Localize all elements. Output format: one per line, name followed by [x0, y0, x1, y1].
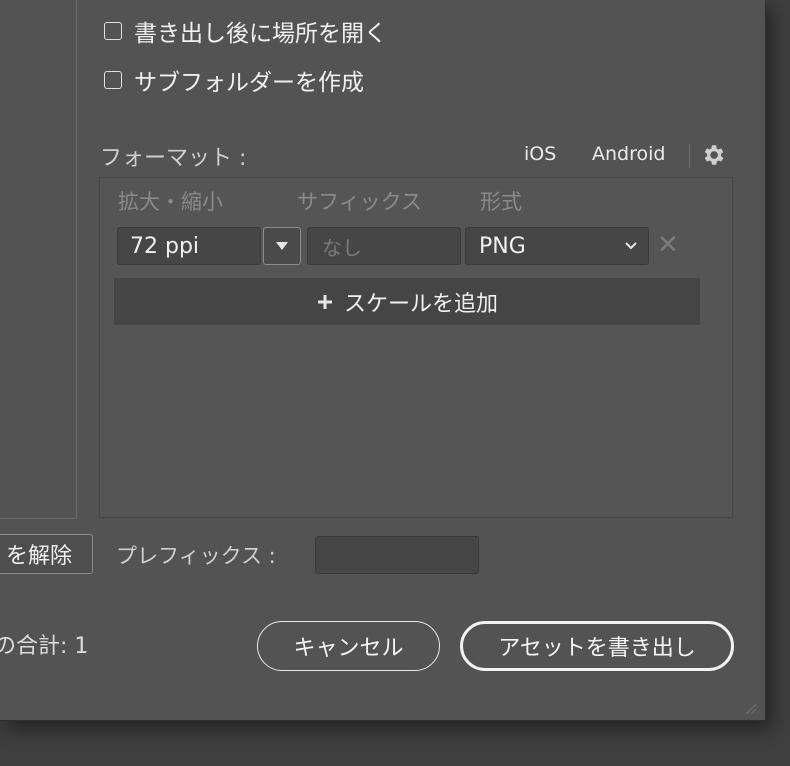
create-subfolders-checkbox[interactable]: [104, 71, 122, 89]
export-dialog: 書き出し後に場所を開く サブフォルダーを作成 フォーマット : iOS Andr…: [0, 0, 766, 721]
gear-icon[interactable]: [700, 142, 726, 168]
close-icon[interactable]: ✕: [657, 230, 679, 260]
asset-list-panel: [0, 0, 77, 519]
column-format: 形式: [480, 190, 522, 214]
cancel-button[interactable]: キャンセル: [257, 621, 440, 671]
prefix-input[interactable]: [315, 536, 479, 574]
scale-value: 72 ppi: [130, 233, 200, 259]
create-subfolders-option[interactable]: サブフォルダーを作成: [104, 63, 364, 97]
chevron-down-icon: [625, 242, 637, 250]
tab-ios[interactable]: iOS: [524, 143, 556, 165]
triangle-down-icon: [276, 242, 288, 250]
format-select[interactable]: PNG: [465, 227, 649, 265]
open-location-label: 書き出し後に場所を開く: [134, 21, 387, 47]
resize-grip-icon[interactable]: [740, 700, 758, 716]
unselect-label: を解除: [5, 544, 72, 569]
tab-android[interactable]: Android: [592, 143, 665, 165]
open-location-checkbox[interactable]: [104, 22, 122, 40]
create-subfolders-label: サブフォルダーを作成: [134, 70, 364, 96]
total-count: の合計: 1: [0, 634, 89, 659]
suffix-input[interactable]: なし: [307, 227, 461, 265]
add-scale-button[interactable]: スケールを追加: [114, 278, 700, 325]
plus-icon: [317, 294, 332, 309]
unselect-button[interactable]: を解除: [0, 534, 93, 574]
column-suffix: サフィックス: [297, 190, 422, 214]
format-value: PNG: [479, 233, 526, 259]
scale-dropdown-button[interactable]: [263, 227, 301, 265]
format-label: フォーマット :: [100, 146, 247, 171]
prefix-label: プレフィックス :: [116, 544, 276, 568]
export-label: アセットを書き出し: [498, 636, 696, 661]
column-scale: 拡大・縮小: [118, 190, 223, 214]
add-scale-label: スケールを追加: [343, 291, 498, 317]
suffix-placeholder: なし: [322, 235, 362, 260]
open-location-option[interactable]: 書き出し後に場所を開く: [104, 14, 387, 48]
scale-input[interactable]: 72 ppi: [117, 227, 261, 265]
export-assets-button[interactable]: アセットを書き出し: [460, 621, 734, 671]
tab-divider: [689, 144, 690, 168]
cancel-label: キャンセル: [293, 636, 404, 661]
